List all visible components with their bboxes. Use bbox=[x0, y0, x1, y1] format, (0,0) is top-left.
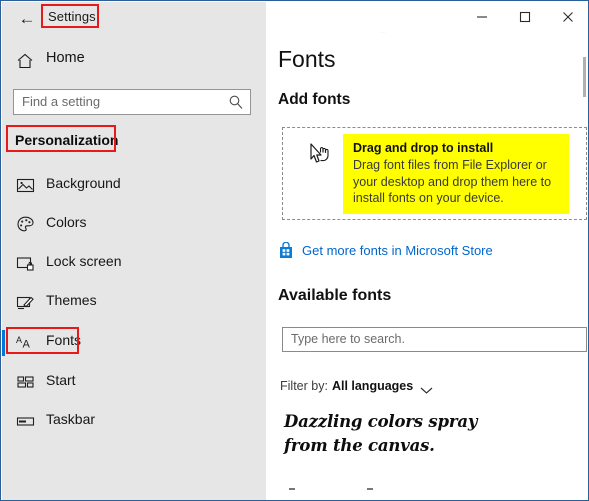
sidebar-item-taskbar-label: Taskbar bbox=[46, 411, 96, 427]
sidebar-item-lock-screen-label: Lock screen bbox=[46, 253, 122, 269]
palette-icon bbox=[16, 215, 35, 234]
search-input[interactable] bbox=[22, 94, 222, 109]
get-more-fonts-link[interactable]: Get more fonts in Microsoft Store bbox=[302, 243, 493, 258]
sidebar-item-home[interactable]: Home bbox=[2, 46, 266, 78]
svg-text:A: A bbox=[23, 339, 31, 351]
sidebar-item-fonts[interactable]: A A Fonts bbox=[2, 327, 266, 358]
filter-by-label: Filter by: bbox=[280, 379, 328, 393]
tooltip-title: Drag and drop to install bbox=[353, 141, 494, 155]
font-search-input[interactable] bbox=[291, 332, 561, 346]
themes-brush-icon bbox=[16, 293, 35, 312]
taskbar-icon bbox=[16, 412, 35, 431]
sidebar-item-taskbar[interactable]: Taskbar bbox=[2, 406, 266, 437]
sidebar-item-start[interactable]: Start bbox=[2, 367, 266, 398]
font-preview-sample[interactable]: Dazzling colors spray from the canvas. bbox=[284, 410, 524, 458]
search-icon[interactable] bbox=[228, 94, 244, 110]
sidebar-item-colors-label: Colors bbox=[46, 214, 87, 230]
scrollbar-thumb[interactable] bbox=[583, 57, 586, 97]
page-title: Fonts bbox=[278, 46, 336, 72]
font-search-box[interactable] bbox=[282, 327, 587, 352]
sidebar-item-themes[interactable]: Themes bbox=[2, 287, 266, 318]
minimize-button[interactable] bbox=[460, 2, 503, 32]
window-controls bbox=[460, 2, 588, 32]
filter-by-dropdown[interactable]: Filter by: All languages bbox=[280, 377, 433, 395]
drag-drop-tooltip: Drag and drop to install Drag font files… bbox=[343, 134, 569, 214]
chevron-down-icon[interactable] bbox=[420, 382, 433, 394]
maximize-button[interactable] bbox=[503, 2, 546, 32]
sidebar-item-background-label: Background bbox=[46, 175, 121, 191]
sidebar-item-fonts-label: Fonts bbox=[46, 332, 82, 348]
filter-by-value: All languages bbox=[331, 379, 414, 393]
svg-text:A: A bbox=[16, 335, 22, 345]
sidebar-item-colors[interactable]: Colors bbox=[2, 209, 266, 240]
settings-window: ← Settings Home Personalization bbox=[0, 0, 589, 501]
tooltip-body: Drag font files from File Explorer or yo… bbox=[353, 158, 552, 205]
start-tiles-icon bbox=[16, 373, 35, 392]
home-icon bbox=[15, 51, 35, 71]
sidebar-item-home-label: Home bbox=[46, 50, 85, 66]
find-setting-box[interactable] bbox=[13, 89, 251, 115]
bottom-clipped-row bbox=[267, 479, 587, 499]
sidebar-item-themes-label: Themes bbox=[46, 292, 97, 308]
sidebar-item-start-label: Start bbox=[46, 372, 76, 388]
back-arrow-icon[interactable]: ← bbox=[16, 8, 38, 30]
store-link-row[interactable]: Get more fonts in Microsoft Store bbox=[278, 240, 493, 260]
personalization-label: Personalization bbox=[15, 132, 119, 148]
back-row: ← Settings bbox=[2, 2, 266, 36]
picture-icon bbox=[16, 176, 35, 195]
main-scrollbar[interactable] bbox=[582, 32, 587, 500]
lock-screen-icon bbox=[16, 254, 35, 273]
microsoft-store-icon bbox=[278, 241, 294, 259]
fonts-aa-icon: A A bbox=[16, 333, 35, 352]
main-content: ... Fonts Add fonts Drag and drop to ins… bbox=[266, 2, 588, 500]
add-fonts-heading: Add fonts bbox=[278, 91, 351, 108]
selection-indicator bbox=[2, 330, 5, 356]
sidebar-item-lock-screen[interactable]: Lock screen bbox=[2, 248, 266, 279]
drag-hand-cursor-icon bbox=[308, 142, 334, 172]
sidebar-item-background[interactable]: Background bbox=[2, 170, 266, 201]
sidebar: ← Settings Home Personalization bbox=[2, 2, 266, 500]
settings-title: Settings bbox=[48, 9, 96, 24]
close-button[interactable] bbox=[546, 2, 588, 32]
available-fonts-heading: Available fonts bbox=[278, 287, 392, 304]
font-dropzone[interactable]: Drag and drop to install Drag font files… bbox=[282, 127, 587, 220]
faint-title-remnant: ... bbox=[379, 25, 388, 36]
